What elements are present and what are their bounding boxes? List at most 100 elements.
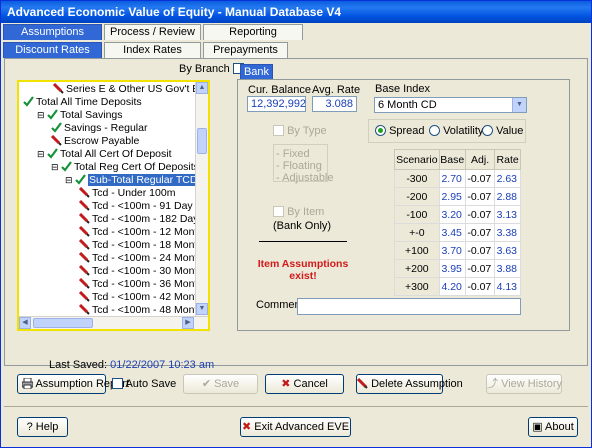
table-row[interactable]: +100 3.70 -0.07 3.63 <box>394 241 521 260</box>
tree-item[interactable]: Tcd - <100m - 30 Month <box>78 264 199 278</box>
tree-item[interactable]: ⊟ Total Reg Cert Of Deposits <box>51 161 199 174</box>
tree-item[interactable]: Savings - Regular <box>51 122 147 135</box>
tab-reporting[interactable]: Reporting <box>203 24 303 40</box>
by-item-box[interactable] <box>273 206 284 217</box>
scroll-up-icon[interactable]: ▲ <box>196 82 208 94</box>
table-cell[interactable]: -0.07 <box>464 223 496 242</box>
comment-input[interactable] <box>297 298 521 315</box>
scroll-left-icon[interactable]: ◀ <box>19 317 31 329</box>
auto-save-box[interactable] <box>112 378 123 389</box>
account-tree[interactable]: Series E & Other US Gov't BondTotal All … <box>17 80 210 331</box>
table-header-row: Scenario Base Adj. Rate <box>394 149 521 170</box>
tree-item[interactable]: Tcd - <100m - 48 Month <box>78 303 199 316</box>
tab-process-review[interactable]: Process / Review <box>104 24 201 40</box>
horizontal-scroll-thumb[interactable] <box>33 318 93 328</box>
collapse-icon[interactable]: ⊟ <box>37 110 47 120</box>
type-option-fixed[interactable]: ‑ Fixed <box>276 148 310 160</box>
by-type-box[interactable] <box>273 125 284 136</box>
radio-value[interactable]: Value <box>482 125 523 137</box>
table-row[interactable]: +300 4.20 -0.07 4.13 <box>394 277 521 296</box>
tree-item-label: Series E & Other US Gov't Bond <box>66 83 199 95</box>
col-base: Base <box>438 149 466 170</box>
by-type-checkbox[interactable]: By Type <box>273 125 327 137</box>
chevron-down-icon[interactable]: ▼ <box>512 98 526 112</box>
about-button[interactable]: ▣ About <box>528 417 578 437</box>
tree-item-label: Tcd - <100m - 24 Month <box>92 252 199 264</box>
help-button[interactable]: ? Help <box>17 417 68 437</box>
pencil-icon <box>78 199 90 211</box>
table-cell: +200 <box>394 259 440 278</box>
tree-item[interactable]: Series E & Other US Gov't Bond <box>52 82 199 96</box>
tree-vertical-scrollbar[interactable]: ▲ ▼ <box>195 82 208 316</box>
tree-item-label: Tcd - <100m - 18 Month <box>92 239 199 251</box>
tree-item[interactable]: Tcd - <100m - 12 Month <box>78 225 199 239</box>
tree-item[interactable]: Tcd - <100m - 24 Month <box>78 251 199 265</box>
collapse-icon[interactable]: ⊟ <box>37 149 47 159</box>
tree-item[interactable]: Tcd - <100m - 91 Day <box>78 199 193 213</box>
table-cell[interactable]: -0.07 <box>464 169 496 188</box>
tree-horizontal-scrollbar[interactable]: ◀ ▶ <box>19 316 208 329</box>
bank-only-label: (Bank Only) <box>273 220 332 232</box>
tree-item[interactable]: ⊟ Total Savings <box>37 109 123 122</box>
type-option-floating[interactable]: ‑ Floating <box>276 160 322 172</box>
table-cell[interactable]: -0.07 <box>464 241 496 260</box>
tree-item[interactable]: ⊟ Total All Cert Of Deposit <box>37 148 172 161</box>
by-branch-checkbox[interactable]: By Branch <box>179 63 244 75</box>
by-item-checkbox[interactable]: By Item <box>273 206 324 218</box>
tree-item[interactable]: Tcd - <100m - 18 Month <box>78 238 199 252</box>
table-row[interactable]: -200 2.95 -0.07 2.88 <box>394 187 521 206</box>
scenario-table[interactable]: Scenario Base Adj. Rate -300 2.70 -0.07 2.6… <box>394 149 521 296</box>
check-icon <box>51 122 62 133</box>
table-cell: 2.63 <box>494 169 521 188</box>
radio-volatility-dot[interactable] <box>429 125 440 136</box>
radio-spread-dot[interactable] <box>375 125 386 136</box>
table-cell: 2.88 <box>494 187 521 206</box>
radio-spread[interactable]: Spread <box>375 125 425 137</box>
sub-tab-row: Discount Rates Index Rates Prepayments <box>3 42 590 58</box>
base-index-select[interactable]: 6 Month CD ▼ <box>374 97 527 113</box>
base-index-label: Base Index <box>375 83 431 95</box>
check-icon <box>47 148 58 159</box>
exit-button[interactable]: ✖ Exit Advanced EVE <box>240 417 351 437</box>
table-cell: 3.95 <box>438 259 466 278</box>
table-row[interactable]: +-0 3.45 -0.07 3.38 <box>394 223 521 242</box>
cancel-button[interactable]: ✖ Cancel <box>265 374 344 394</box>
scroll-right-icon[interactable]: ▶ <box>182 317 194 329</box>
assumption-report-button[interactable]: Assumption Report <box>17 374 129 394</box>
table-cell: -300 <box>394 169 440 188</box>
auto-save-checkbox[interactable]: Auto Save <box>112 378 176 390</box>
scroll-down-icon[interactable]: ▼ <box>196 303 208 315</box>
table-row[interactable]: +200 3.95 -0.07 3.88 <box>394 259 521 278</box>
radio-volatility[interactable]: Volatility <box>429 125 483 137</box>
table-cell[interactable]: -0.07 <box>464 277 496 296</box>
tab-assumptions[interactable]: Assumptions <box>3 24 102 40</box>
tree-item[interactable]: Tcd - Under 100m <box>78 186 175 200</box>
table-cell[interactable]: -0.07 <box>464 259 496 278</box>
tab-prepayments[interactable]: Prepayments <box>203 42 288 58</box>
tab-index-rates[interactable]: Index Rates <box>104 42 201 58</box>
avg-rate-field[interactable]: 3.088 <box>312 96 357 112</box>
pencil-icon <box>78 251 90 263</box>
tree-item[interactable]: Escrow Payable <box>50 134 139 148</box>
collapse-icon[interactable]: ⊟ <box>51 162 61 172</box>
table-cell[interactable]: -0.07 <box>464 187 496 206</box>
save-button[interactable]: ✔ Save <box>183 374 258 394</box>
type-option-adjustable[interactable]: ‑ Adjustable <box>276 172 334 184</box>
collapse-icon[interactable]: ⊟ <box>65 175 75 185</box>
tree-item[interactable]: Tcd - <100m - 42 Month <box>78 290 199 304</box>
tree-item[interactable]: Total All Time Deposits <box>23 96 142 109</box>
tab-bank[interactable]: Bank <box>240 64 273 80</box>
table-row[interactable]: -300 2.70 -0.07 2.63 <box>394 169 521 188</box>
tree-item[interactable]: ⊟ Sub-Total Regular TCD's <100M <box>65 174 199 187</box>
view-history-button[interactable]: ⤴ View History <box>486 374 562 394</box>
radio-value-dot[interactable] <box>482 125 493 136</box>
table-row[interactable]: -100 3.20 -0.07 3.13 <box>394 205 521 224</box>
vertical-scroll-thumb[interactable] <box>197 128 207 154</box>
tree-item-label: Tcd - <100m - 182 Day <box>92 213 199 225</box>
tree-item[interactable]: Tcd - <100m - 182 Day <box>78 212 199 226</box>
table-cell[interactable]: -0.07 <box>464 205 496 224</box>
tab-discount-rates[interactable]: Discount Rates <box>3 42 102 58</box>
cur-balance-field[interactable]: 12,392,992 <box>247 96 306 112</box>
tree-item[interactable]: Tcd - <100m - 36 Month <box>78 277 199 291</box>
delete-assumption-button[interactable]: Delete Assumption <box>356 374 463 394</box>
